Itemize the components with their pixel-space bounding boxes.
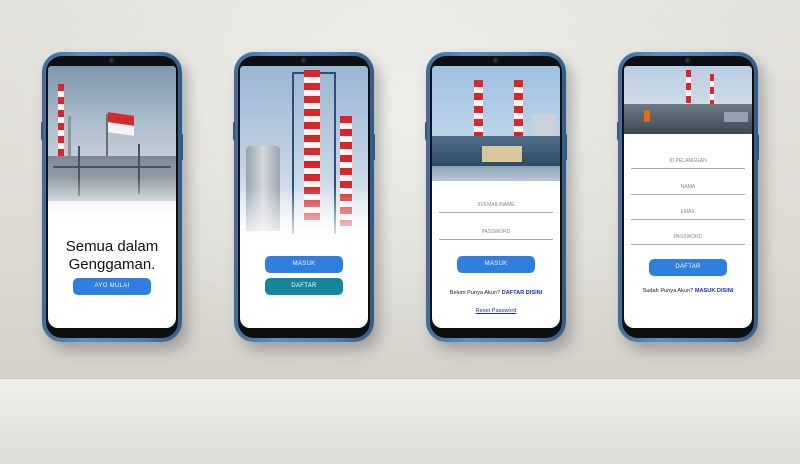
- customer-id-field[interactable]: ID PELANGGAN: [631, 152, 745, 169]
- plant-building: [482, 146, 522, 162]
- login-screen: ID/EMAIL/NAME PASSWORD MASUK Belum Punya…: [432, 66, 560, 328]
- start-button[interactable]: AYO MULAI: [73, 278, 151, 295]
- phone-mockup-register: ID PELANGGAN NAMA EMAIL PASSWORD DAFTAR …: [617, 52, 759, 342]
- volume-button: [425, 122, 427, 140]
- chimney: [58, 84, 64, 164]
- front-camera: [301, 58, 306, 63]
- power-button: [373, 134, 375, 160]
- phone-mockup-choice: MASUK DAFTAR: [233, 52, 375, 342]
- login-button[interactable]: MASUK: [457, 256, 535, 273]
- register-screen: ID PELANGGAN NAMA EMAIL PASSWORD DAFTAR …: [624, 66, 752, 328]
- register-prompt: Belum Punya Akun? DAFTAR DISINI: [432, 290, 560, 296]
- background-shelf: [0, 378, 800, 464]
- phone-mockup-login: ID/EMAIL/NAME PASSWORD MASUK Belum Punya…: [425, 52, 567, 342]
- volume-button: [41, 122, 43, 140]
- cooling-tower-image: [240, 66, 368, 246]
- power-plant-image: [432, 66, 560, 181]
- welcome-screen: Semua dalam Genggaman. AYO MULAI: [48, 66, 176, 328]
- image-fade: [240, 186, 368, 246]
- power-button: [565, 134, 567, 160]
- power-plant-flag-image: [48, 66, 176, 226]
- reset-password-link[interactable]: Reset Password: [432, 308, 560, 314]
- welcome-title: Semua dalam Genggaman.: [65, 238, 159, 273]
- image-fade: [48, 176, 176, 226]
- username-field[interactable]: ID/EMAIL/NAME: [439, 196, 553, 213]
- industrial-site-image: [624, 66, 752, 134]
- worker: [644, 110, 650, 122]
- register-button[interactable]: DAFTAR: [649, 259, 727, 276]
- front-camera: [109, 58, 114, 63]
- volume-button: [617, 122, 619, 140]
- front-camera: [685, 58, 690, 63]
- login-button[interactable]: MASUK: [265, 256, 343, 273]
- choice-screen: MASUK DAFTAR: [240, 66, 368, 328]
- login-link[interactable]: MASUK DISINI: [695, 288, 734, 294]
- login-prompt-text: Sudah Punya Akun?: [642, 288, 694, 294]
- power-button: [181, 134, 183, 160]
- password-field[interactable]: PASSWORD: [631, 228, 745, 245]
- phone-mockup-welcome: Semua dalam Genggaman. AYO MULAI: [41, 52, 183, 342]
- name-field[interactable]: NAMA: [631, 178, 745, 195]
- volume-button: [233, 122, 235, 140]
- power-button: [757, 134, 759, 160]
- water: [432, 166, 560, 181]
- wire: [53, 166, 171, 168]
- building: [724, 112, 748, 122]
- register-prompt-text: Belum Punya Akun?: [449, 290, 501, 296]
- password-field[interactable]: PASSWORD: [439, 223, 553, 240]
- email-field[interactable]: EMAIL: [631, 203, 745, 220]
- front-camera: [493, 58, 498, 63]
- login-prompt: Sudah Punya Akun? MASUK DISINI: [624, 288, 752, 294]
- register-button[interactable]: DAFTAR: [265, 278, 343, 295]
- register-link[interactable]: DAFTAR DISINI: [502, 290, 543, 296]
